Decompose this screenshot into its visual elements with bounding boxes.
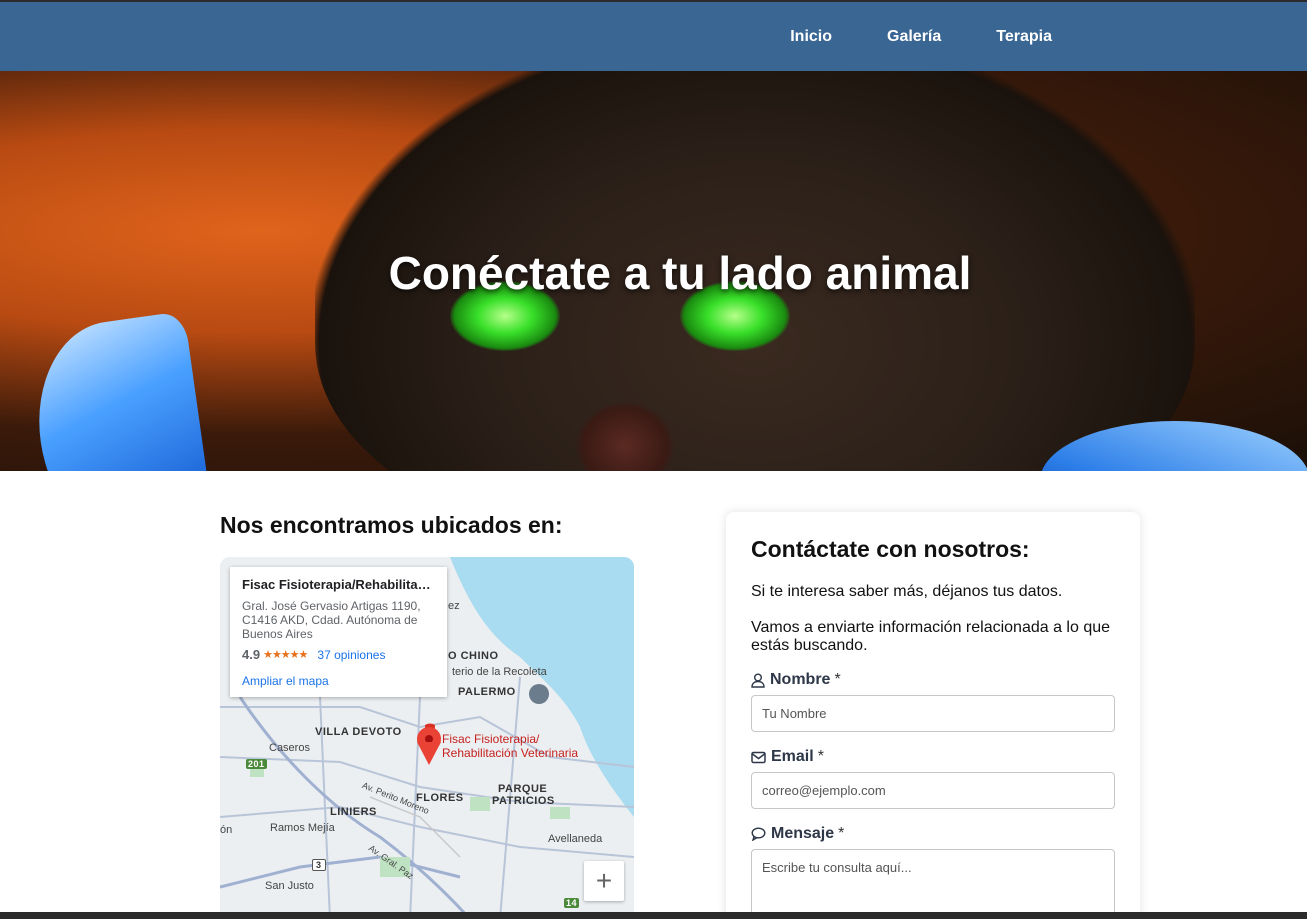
map-zoom-in-button[interactable]: +	[584, 861, 624, 901]
user-icon	[751, 673, 765, 688]
butterfly-wing-left	[25, 310, 215, 471]
map-label-ramos-mejia: Ramos Mejía	[270, 822, 335, 834]
embedded-map[interactable]: Fisac Fisioterapia/Rehabilitación Veteri…	[220, 557, 634, 919]
map-label-chino: O CHINO	[448, 650, 499, 662]
map-label-avellaneda: Avellaneda	[548, 833, 603, 845]
comment-icon	[751, 827, 766, 841]
nav-item-inicio[interactable]: Inicio	[790, 28, 832, 46]
map-label-parque: PARQUE	[498, 783, 548, 795]
map-label-caseros: Caseros	[269, 742, 310, 754]
route-14-badge: 14	[564, 898, 580, 908]
reviews-link[interactable]: 37 opiniones	[317, 648, 385, 662]
name-field-label: Nombre *	[751, 671, 1115, 689]
hero-title: Conéctate a tu lado animal	[388, 247, 972, 299]
map-label-recoleta: terio de la Recoleta	[452, 666, 547, 678]
map-label-ez: ez	[448, 600, 460, 612]
map-pin-label: Fisac Fisioterapia/ Rehabilitación Veter…	[442, 732, 579, 760]
email-input[interactable]: correo@ejemplo.com	[751, 772, 1115, 809]
route-3-badge: 3	[312, 859, 326, 871]
map-place-card: Fisac Fisioterapia/Rehabilitación Veteri…	[230, 567, 447, 697]
map-label-san-justo: San Justo	[265, 880, 314, 892]
rating-value: 4.9	[242, 647, 261, 662]
map-label-on: ón	[220, 824, 233, 836]
map-label-palermo: PALERMO	[458, 686, 516, 698]
hero-banner: Conéctate a tu lado animal	[0, 71, 1307, 471]
contact-intro-2: Vamos a enviarte información relacionada…	[751, 619, 1111, 654]
bottom-edge-bar	[0, 912, 1307, 919]
place-address: Gral. José Gervasio Artigas 1190, C1416 …	[242, 599, 421, 641]
contact-card: Contáctate con nosotros: Si te interesa …	[726, 512, 1140, 919]
place-rating: 4.9 ★★★★★ 37 opiniones	[242, 647, 435, 662]
place-name: Fisac Fisioterapia/Rehabilitación Veteri…	[242, 577, 435, 592]
contact-title: Contáctate con nosotros:	[751, 536, 1030, 562]
enlarge-map-link[interactable]: Ampliar el mapa	[242, 674, 435, 688]
location-title: Nos encontramos ubicados en:	[220, 512, 563, 538]
envelope-icon	[751, 751, 766, 763]
name-input[interactable]: Tu Nombre	[751, 695, 1115, 732]
route-201-badge: 201	[246, 759, 267, 769]
map-label-patricios: PATRICIOS	[492, 795, 555, 807]
map-label-villa-devoto: VILLA DEVOTO	[315, 726, 402, 738]
message-textarea[interactable]: Escribe tu consulta aquí...	[751, 849, 1115, 919]
nav-item-galeria[interactable]: Galería	[887, 28, 941, 46]
message-field-label: Mensaje *	[751, 825, 1115, 843]
cat-nose	[575, 401, 675, 471]
contact-intro: Si te interesa saber más, déjanos tus da…	[751, 583, 1063, 600]
email-field-label: Email *	[751, 748, 1115, 766]
nav-item-terapia[interactable]: Terapia	[996, 28, 1052, 46]
star-rating-icon: ★★★★★	[263, 649, 308, 661]
map-label-flores: FLORES	[416, 792, 464, 804]
map-label-liniers: LINIERS	[330, 806, 377, 818]
top-navbar: Inicio Galería Terapia	[0, 0, 1307, 71]
